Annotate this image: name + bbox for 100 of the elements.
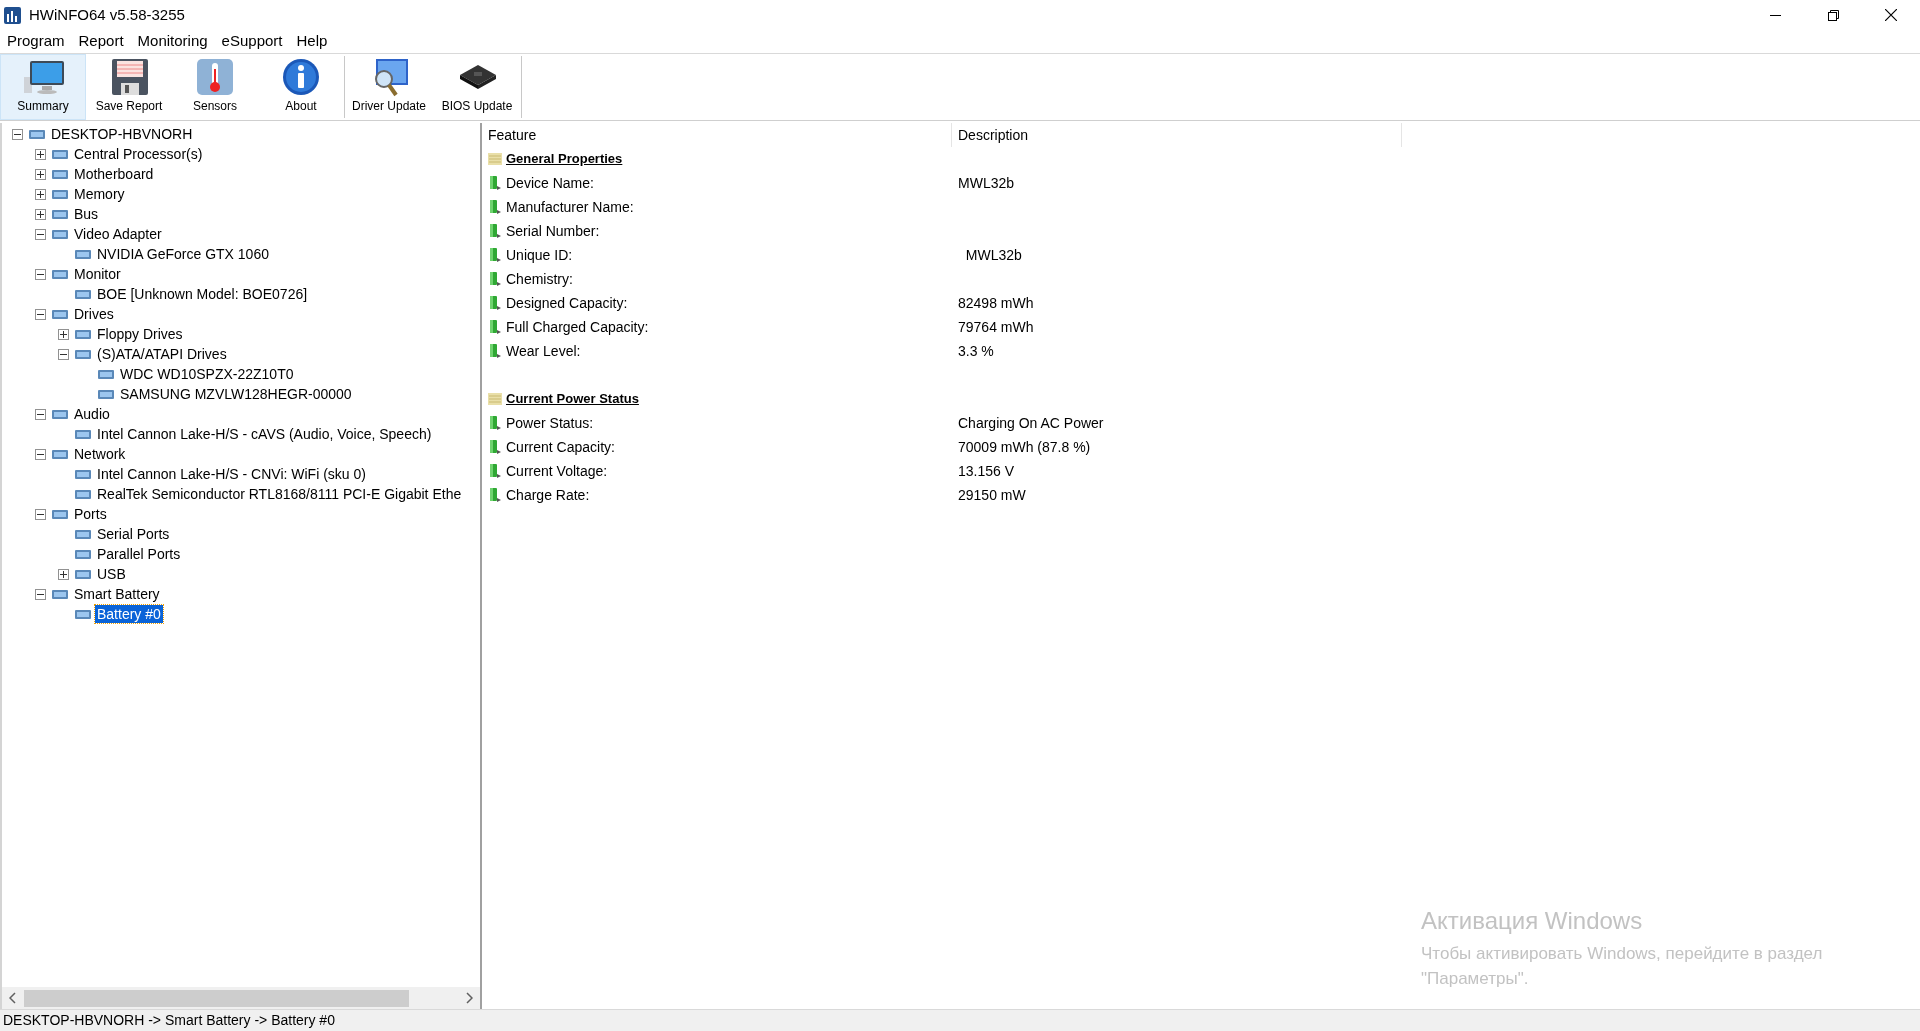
tree-item[interactable]: NVIDIA GeForce GTX 1060 [95, 245, 271, 263]
tree-item[interactable]: DESKTOP-HBVNORH [49, 125, 195, 143]
feature-label: Manufacturer Name: [506, 197, 634, 217]
tree-item[interactable]: SAMSUNG MZVLW128HEGR-00000 [118, 385, 354, 403]
toolbar-button[interactable]: Summary [0, 54, 86, 120]
collapse-icon[interactable] [35, 308, 46, 320]
feature-value: 29150 mW [957, 485, 1026, 505]
feature-label: Power Status: [506, 413, 594, 433]
battery-icon [488, 415, 502, 431]
close-icon [1885, 9, 1897, 21]
expand-icon[interactable] [35, 188, 46, 200]
expand-icon[interactable] [35, 168, 46, 180]
battery-icon [488, 439, 502, 455]
tree-item[interactable]: WDC WD10SPZX-22Z10T0 [118, 365, 296, 383]
column-header[interactable]: Feature [482, 123, 952, 147]
tree-item[interactable]: Central Processor(s) [72, 145, 205, 163]
toolbar-button[interactable]: BIOS Update [433, 54, 521, 120]
tree-item[interactable]: Battery #0 [95, 605, 163, 623]
feature-label: Full Charged Capacity: [506, 317, 649, 337]
expand-icon[interactable] [58, 568, 69, 580]
section-icon [488, 153, 502, 165]
tree-item[interactable]: Monitor [72, 265, 123, 283]
battery-icon [488, 247, 502, 263]
window-title: HWiNFO64 v5.58-3255 [29, 4, 185, 25]
app-icon [4, 6, 21, 24]
menu-item[interactable]: eSupport [214, 29, 290, 54]
minimize-icon [1769, 14, 1781, 16]
tree-item[interactable]: Memory [72, 185, 127, 203]
feature-value: MWL32b [964, 245, 1022, 265]
battery-icon [488, 199, 502, 215]
feature-label: Chemistry: [506, 269, 573, 289]
battery-icon [488, 487, 502, 503]
restore-icon [1827, 9, 1839, 21]
tree-item[interactable]: Parallel Ports [95, 545, 183, 563]
section-heading: General Properties [506, 150, 623, 169]
tree-item[interactable]: Network [72, 445, 128, 463]
feature-label: Designed Capacity: [506, 293, 628, 313]
scroll-right-icon[interactable] [465, 992, 473, 1004]
feature-value: 13.156 V [957, 461, 1015, 481]
collapse-icon[interactable] [12, 128, 23, 140]
expand-icon[interactable] [58, 328, 69, 340]
collapse-icon[interactable] [35, 588, 46, 600]
collapse-icon[interactable] [35, 228, 46, 240]
feature-value: Charging On AC Power [957, 413, 1104, 433]
battery-icon [488, 175, 502, 191]
tree-item[interactable]: Intel Cannon Lake-H/S - cAVS (Audio, Voice, Speech) [95, 425, 434, 443]
scrollbar-thumb[interactable] [24, 989, 409, 1007]
expand-icon[interactable] [35, 208, 46, 220]
status-bar-text: DESKTOP-HBVNORH -> Smart Battery -> Battery #0 [2, 1011, 335, 1030]
feature-value: 70009 mWh (87.8 %) [957, 437, 1091, 457]
section-icon [488, 393, 502, 405]
tree-item[interactable]: RealTek Semiconductor RTL8168/8111 PCI-E Gigabit Ethe [95, 485, 464, 503]
tree-item[interactable]: Motherboard [72, 165, 156, 183]
tree-item[interactable]: Drives [72, 305, 116, 323]
tree-item[interactable]: Bus [72, 205, 101, 223]
toolbar-button[interactable]: Save Report [86, 54, 172, 120]
column-header[interactable]: Description [952, 123, 1402, 147]
tree-item[interactable]: Smart Battery [72, 585, 162, 603]
menu-item[interactable]: Help [289, 29, 335, 54]
feature-label: Device Name: [506, 173, 594, 193]
feature-value: 3.3 % [957, 341, 994, 361]
feature-value: 82498 mWh [957, 293, 1034, 313]
feature-label: Current Capacity: [506, 437, 615, 457]
scroll-left-icon[interactable] [9, 992, 17, 1004]
menu-item[interactable]: Monitoring [130, 29, 215, 54]
collapse-icon[interactable] [35, 408, 46, 420]
feature-label: Serial Number: [506, 221, 600, 241]
collapse-icon[interactable] [35, 268, 46, 280]
menu-item[interactable]: Program [0, 29, 72, 54]
feature-label: Wear Level: [506, 341, 581, 361]
tree-item[interactable]: Floppy Drives [95, 325, 185, 343]
activation-message: Чтобы активировать Windows, перейдите в раздел "Параметры". [1421, 943, 1824, 990]
feature-label: Unique ID: [506, 245, 573, 265]
horizontal-scrollbar[interactable] [2, 987, 480, 1009]
battery-icon [488, 319, 502, 335]
menu-item[interactable]: Report [71, 29, 131, 54]
tree-item[interactable]: (S)ATA/ATAPI Drives [95, 345, 229, 363]
tree-item[interactable]: Audio [72, 405, 112, 423]
toolbar-button[interactable]: About [258, 54, 344, 120]
tree-item[interactable]: BOE [Unknown Model: BOE0726] [95, 285, 310, 303]
collapse-icon[interactable] [58, 348, 69, 360]
toolbar-button[interactable]: Sensors [172, 54, 258, 120]
section-heading: Current Power Status [506, 390, 639, 409]
activation-title: Активация Windows [1421, 906, 1644, 936]
feature-label: Charge Rate: [506, 485, 590, 505]
battery-icon [488, 223, 502, 239]
battery-icon [488, 271, 502, 287]
feature-value: MWL32b [957, 173, 1015, 193]
tree-item[interactable]: Intel Cannon Lake-H/S - CNVi: WiFi (sku 0) [95, 465, 368, 483]
collapse-icon[interactable] [35, 508, 46, 520]
toolbar-button[interactable]: Driver Update [345, 54, 433, 120]
feature-value: 79764 mWh [957, 317, 1034, 337]
tree-item[interactable]: Serial Ports [95, 525, 172, 543]
tree-item[interactable]: Video Adapter [72, 225, 164, 243]
expand-icon[interactable] [35, 148, 46, 160]
tree-item[interactable]: Ports [72, 505, 109, 523]
tree-item[interactable]: USB [95, 565, 128, 583]
battery-icon [488, 295, 502, 311]
feature-label: Current Voltage: [506, 461, 608, 481]
collapse-icon[interactable] [35, 448, 46, 460]
